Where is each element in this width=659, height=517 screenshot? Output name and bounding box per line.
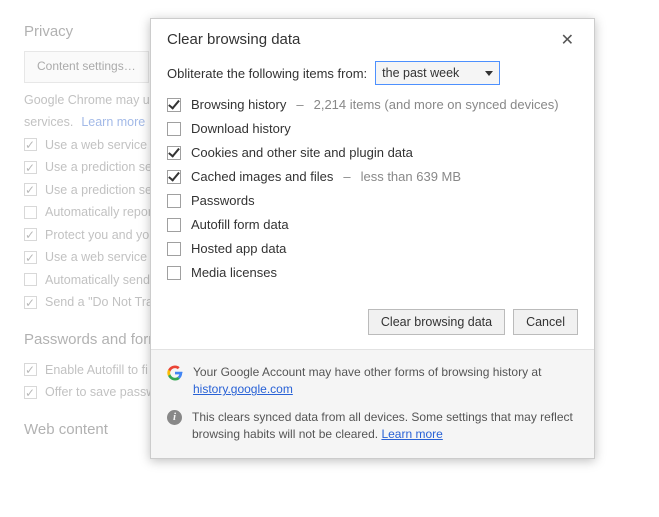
learn-more-link: Learn more — [81, 111, 145, 134]
checkbox[interactable] — [167, 146, 181, 160]
info1-text: Your Google Account may have other forms… — [193, 365, 541, 379]
checkbox-label: Hosted app data — [191, 241, 286, 256]
timerange-label: Obliterate the following items from: — [167, 66, 367, 81]
bg-checkbox-label: Automatically send — [45, 269, 150, 292]
checkbox-row: Passwords — [167, 193, 578, 208]
bg-checkbox — [24, 386, 37, 399]
privacy-desc: Google Chrome may us — [24, 89, 156, 112]
checkbox-label: Browsing history — [191, 97, 286, 112]
bg-checkbox — [24, 228, 37, 241]
checkbox-hint: less than 639 MB — [361, 169, 461, 184]
checkbox-row: Cookies and other site and plugin data — [167, 145, 578, 160]
checkbox[interactable] — [167, 242, 181, 256]
checkbox-row: Cached images and files – less than 639 … — [167, 169, 578, 184]
timerange-value: the past week — [382, 66, 459, 80]
checkbox-hint-sep: – — [343, 169, 350, 184]
bg-checkbox — [24, 138, 37, 151]
cancel-button[interactable]: Cancel — [513, 309, 578, 335]
checkbox-label: Download history — [191, 121, 291, 136]
timerange-select[interactable]: the past week — [375, 61, 500, 85]
checkbox[interactable] — [167, 170, 181, 184]
chevron-down-icon — [485, 71, 493, 76]
bg-checkbox — [24, 251, 37, 264]
google-icon — [167, 365, 183, 381]
bg-checkbox — [24, 206, 37, 219]
checkbox-row: Media licenses — [167, 265, 578, 280]
clear-browsing-data-dialog: Clear browsing data ✕ Obliterate the fol… — [150, 18, 595, 459]
checkbox-label: Media licenses — [191, 265, 277, 280]
bg-checkbox — [24, 273, 37, 286]
dialog-title: Clear browsing data — [167, 31, 300, 48]
checkbox-hint-sep: – — [296, 97, 303, 112]
history-google-link[interactable]: history.google.com — [193, 382, 293, 396]
checkbox[interactable] — [167, 266, 181, 280]
checkbox-label: Passwords — [191, 193, 255, 208]
bg-checkbox-label: Enable Autofill to fi — [45, 359, 148, 382]
checkbox-label: Autofill form data — [191, 217, 289, 232]
bg-checkbox-label: Use a web service t — [45, 246, 154, 269]
bg-checkbox — [24, 161, 37, 174]
bg-checkbox-label: Protect you and you — [45, 224, 156, 247]
bg-checkbox — [24, 363, 37, 376]
checkbox-row: Autofill form data — [167, 217, 578, 232]
checkbox-row: Hosted app data — [167, 241, 578, 256]
info-panel: Your Google Account may have other forms… — [151, 349, 594, 458]
bg-checkbox-label: Automatically repor — [45, 201, 152, 224]
content-settings-button: Content settings… — [24, 51, 149, 83]
info-icon: i — [167, 410, 182, 425]
bg-checkbox-label: Send a "Do Not Tra — [45, 291, 153, 314]
checkbox[interactable] — [167, 122, 181, 136]
checkbox[interactable] — [167, 218, 181, 232]
checkbox-label: Cached images and files — [191, 169, 333, 184]
clear-browsing-data-button[interactable]: Clear browsing data — [368, 309, 505, 335]
checkbox-hint: 2,214 items (and more on synced devices) — [314, 97, 559, 112]
checkbox-row: Browsing history – 2,214 items (and more… — [167, 97, 578, 112]
checkbox[interactable] — [167, 194, 181, 208]
learn-more-link[interactable]: Learn more — [381, 427, 442, 441]
checkbox-row: Download history — [167, 121, 578, 136]
bg-checkbox — [24, 296, 37, 309]
checkbox-label: Cookies and other site and plugin data — [191, 145, 413, 160]
bg-checkbox-label: Use a prediction ser — [45, 156, 156, 179]
bg-checkbox-label: Use a web service t — [45, 134, 154, 157]
close-icon[interactable]: ✕ — [557, 31, 578, 51]
checkbox[interactable] — [167, 98, 181, 112]
bg-checkbox — [24, 183, 37, 196]
bg-checkbox-label: Use a prediction ser — [45, 179, 156, 202]
bg-checkbox-label: Offer to save passw — [45, 381, 155, 404]
